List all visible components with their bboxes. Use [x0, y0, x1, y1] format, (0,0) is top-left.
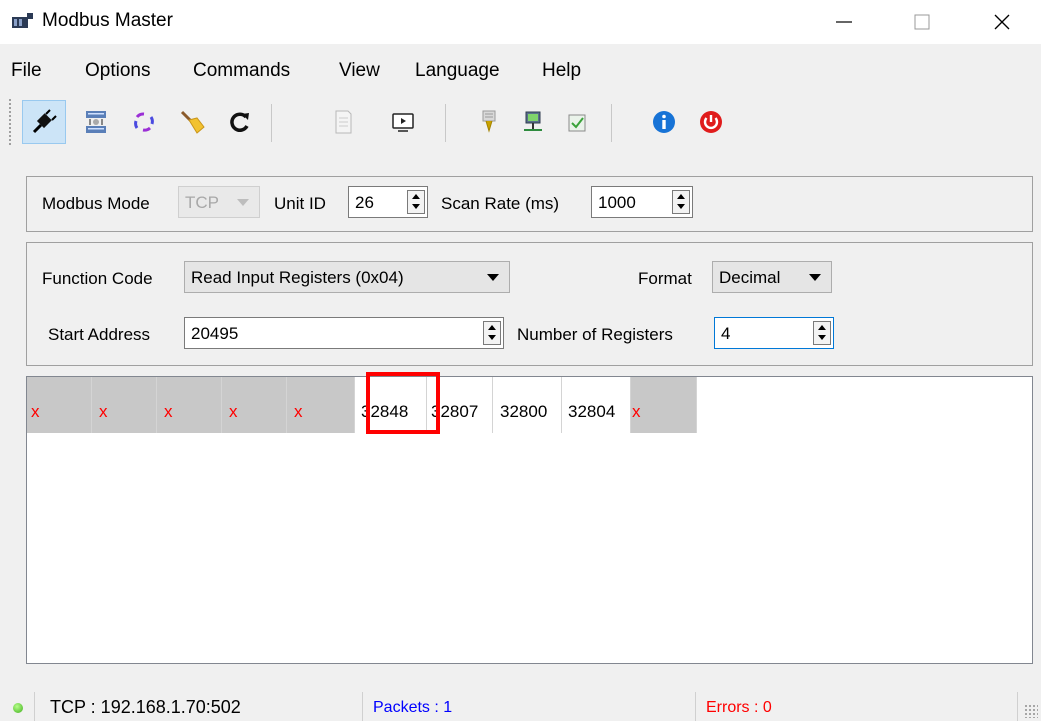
- refresh-icon: [230, 112, 249, 132]
- spin-arrows-icon[interactable]: [672, 190, 690, 214]
- network-settings-icon: [86, 111, 106, 133]
- spin-arrows-icon[interactable]: [483, 321, 501, 345]
- menu-language[interactable]: Language: [415, 60, 500, 82]
- spin-arrows-icon[interactable]: [407, 190, 425, 214]
- refresh-button[interactable]: [218, 100, 262, 144]
- modbus-mode-label: Modbus Mode: [42, 194, 150, 213]
- bus-monitor-icon: [392, 113, 414, 132]
- toolbar-separator: [611, 104, 612, 142]
- start-address-label: Start Address: [48, 325, 151, 344]
- window-title: Modbus Master: [42, 10, 173, 31]
- register-cell[interactable]: 32800: [493, 377, 562, 433]
- menu-help[interactable]: Help: [542, 60, 581, 82]
- resize-grip-icon[interactable]: [1024, 704, 1038, 718]
- register-cell[interactable]: x: [222, 377, 287, 433]
- menu-view[interactable]: View: [339, 60, 380, 82]
- close-icon: [994, 14, 1010, 30]
- checklist-button[interactable]: [555, 100, 599, 144]
- log-document-icon: [335, 110, 352, 134]
- chevron-down-icon: [809, 274, 821, 281]
- register-data-grid[interactable]: x x x x x 32848 32807 32800 32804 x: [26, 376, 1033, 664]
- connect-plug-icon: [32, 109, 57, 134]
- minimize-icon: [836, 21, 852, 23]
- register-cell[interactable]: x: [287, 377, 355, 433]
- status-separator: [1017, 692, 1018, 721]
- register-cell[interactable]: x: [631, 377, 697, 433]
- chevron-down-icon: [237, 199, 249, 206]
- request-settings-group: [26, 242, 1033, 366]
- scan-button[interactable]: [122, 100, 166, 144]
- power-button[interactable]: [689, 100, 733, 144]
- log-button[interactable]: [321, 100, 365, 144]
- menu-file[interactable]: File: [11, 60, 42, 82]
- function-code-label: Function Code: [42, 269, 153, 288]
- menu-commands[interactable]: Commands: [193, 60, 290, 82]
- toolbar-separator: [271, 104, 272, 142]
- tools-icon: [482, 110, 496, 133]
- number-of-registers-label: Number of Registers: [517, 325, 673, 344]
- network-button[interactable]: [511, 100, 555, 144]
- clear-broom-icon: [180, 110, 205, 134]
- register-cell[interactable]: x: [27, 377, 92, 433]
- scan-rate-spinbox[interactable]: 1000: [591, 186, 693, 218]
- power-exit-icon: [700, 111, 722, 133]
- register-cell[interactable]: x: [157, 377, 222, 433]
- toolbar-grip[interactable]: [8, 98, 12, 146]
- format-label: Format: [638, 269, 692, 288]
- format-select[interactable]: Decimal: [712, 261, 832, 293]
- status-separator: [362, 692, 363, 721]
- info-icon: [653, 111, 675, 133]
- bus-monitor-button[interactable]: [381, 100, 425, 144]
- checklist-icon: [568, 114, 586, 132]
- function-code-select[interactable]: Read Input Registers (0x04): [184, 261, 510, 293]
- clear-button[interactable]: [170, 100, 214, 144]
- title-bar: Modbus Master: [0, 0, 1041, 44]
- spin-arrows-icon[interactable]: [813, 321, 831, 345]
- info-button[interactable]: [642, 100, 686, 144]
- toolbar-separator: [445, 104, 446, 142]
- scan-cycle-icon: [134, 112, 154, 132]
- chevron-down-icon: [487, 274, 499, 281]
- register-cell[interactable]: 32804: [562, 377, 631, 433]
- number-of-registers-spinbox[interactable]: 4: [714, 317, 834, 349]
- packets-count: Packets : 1: [373, 699, 453, 716]
- modbus-mode-select: TCP: [178, 186, 260, 218]
- network-computer-icon: [524, 111, 542, 131]
- errors-count: Errors : 0: [706, 699, 772, 716]
- maximize-button[interactable]: [893, 0, 951, 44]
- status-separator: [695, 692, 696, 721]
- connection-status-text: TCP : 192.168.1.70:502: [50, 697, 241, 717]
- app-icon: [12, 13, 33, 28]
- connect-button[interactable]: [22, 100, 66, 144]
- close-button[interactable]: [973, 0, 1031, 44]
- unit-id-spinbox[interactable]: 26: [348, 186, 428, 218]
- network-settings-button[interactable]: [74, 100, 118, 144]
- start-address-spinbox[interactable]: 20495: [184, 317, 504, 349]
- status-separator: [34, 692, 35, 721]
- register-cell[interactable]: x: [92, 377, 157, 433]
- scan-rate-label: Scan Rate (ms): [441, 194, 560, 213]
- menu-options[interactable]: Options: [85, 60, 150, 82]
- connection-status-icon: [13, 703, 23, 713]
- unit-id-label: Unit ID: [274, 194, 326, 213]
- highlight-box: [366, 372, 440, 434]
- minimize-button[interactable]: [815, 0, 873, 44]
- modbus-master-window: Modbus Master File Options Commands View…: [0, 0, 1041, 721]
- maximize-icon: [914, 14, 930, 30]
- tools-button[interactable]: [467, 100, 511, 144]
- menu-bar: File Options Commands View Language Help: [0, 56, 1041, 86]
